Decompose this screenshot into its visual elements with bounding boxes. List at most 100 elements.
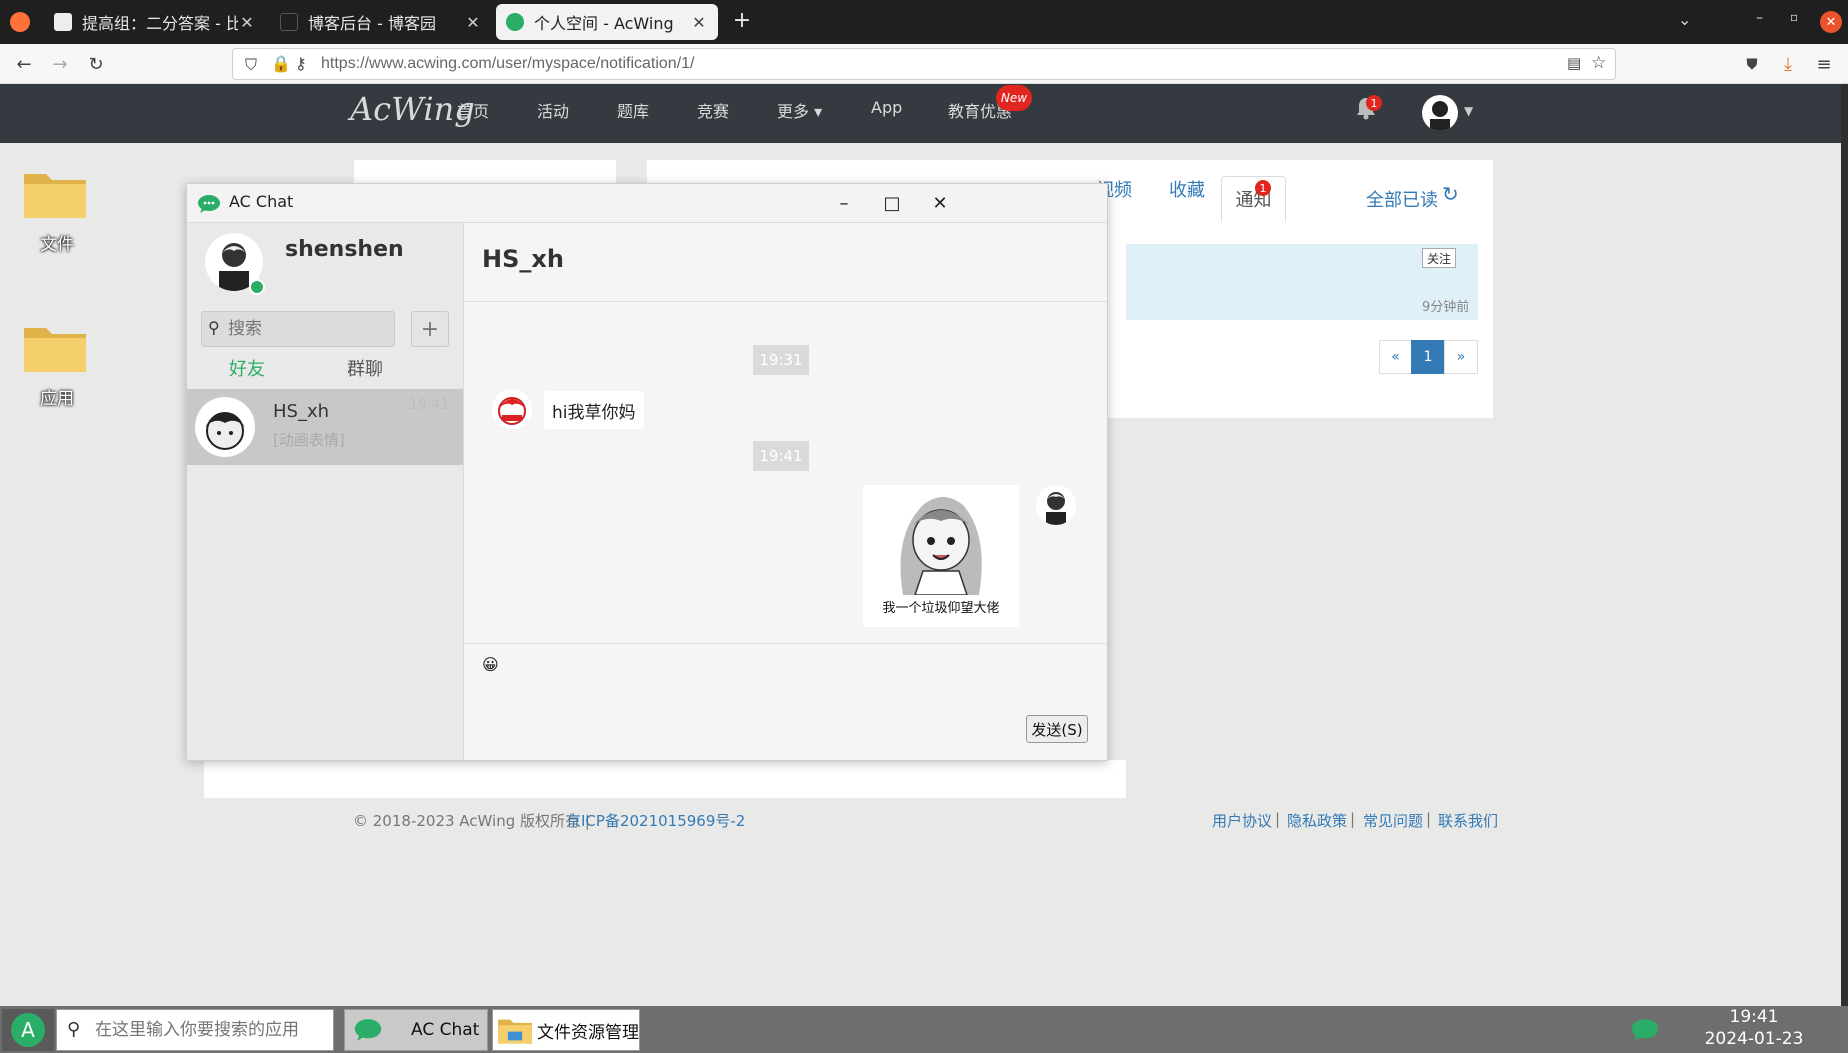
url-text[interactable]: https://www.acwing.com/user/myspace/noti… (321, 55, 695, 73)
taskbar-item-label: 文件资源管理 (537, 1022, 639, 1043)
my-username: shenshen (285, 237, 404, 262)
taskbar-clock[interactable]: 19:41 2024-01-23 (1684, 1006, 1824, 1050)
taskbar-file-manager[interactable]: 文件资源管理 (492, 1009, 640, 1051)
message-time: 19:41 (753, 441, 809, 471)
chat-sidebar: shenshen ⚲ + 好友 群聊 HS_xh [动画表情] 19:41 (187, 223, 464, 760)
close-tab-icon[interactable]: ✕ (690, 13, 708, 32)
contact-search-input[interactable] (228, 319, 388, 339)
sticker-message[interactable]: 我一个垃圾仰望大佬 (863, 485, 1019, 627)
desktop-icon-apps-label[interactable]: 应用 (40, 384, 74, 409)
browser-tab-2[interactable]: 博客后台 - 博客园 ✕ (270, 4, 492, 40)
nav-activity[interactable]: 活动 (537, 98, 569, 122)
footer-sep: | (1426, 810, 1432, 828)
footer-user-agreement[interactable]: 用户协议 (1212, 810, 1272, 831)
list-tabs-icon[interactable]: ⌄ (1678, 10, 1691, 29)
nav-app[interactable]: App (871, 98, 902, 117)
contact-item[interactable]: HS_xh [动画表情] 19:41 (187, 389, 463, 465)
close-tab-icon[interactable]: ✕ (238, 13, 256, 32)
minimize-icon[interactable]: – (1756, 10, 1763, 26)
clock-time: 19:41 (1729, 1007, 1779, 1027)
nav-problems[interactable]: 题库 (617, 98, 649, 122)
browser-tab-1[interactable]: 提高组：二分答案 - 比赛 - ✕ (44, 4, 266, 40)
divider (464, 643, 1107, 644)
browser-tab-bar: 提高组：二分答案 - 比赛 - ✕ 博客后台 - 博客园 ✕ 个人空间 - Ac… (0, 0, 1848, 44)
emoji-picker-icon[interactable]: 😀 (482, 655, 499, 674)
message-time: 19:31 (753, 345, 809, 375)
shield-icon[interactable]: ⛉ (245, 55, 257, 75)
folder-icon[interactable] (22, 166, 88, 220)
chat-close-icon[interactable]: ✕ (925, 190, 955, 216)
subtab-favorites[interactable]: 收藏 (1169, 176, 1205, 202)
contact-avatar (195, 397, 255, 457)
avatar-image-icon (498, 397, 526, 425)
subtab-notifications[interactable]: 通知 (1221, 176, 1286, 222)
user-menu-caret-icon[interactable]: ▼ (1464, 104, 1473, 118)
footer-privacy[interactable]: 隐私政策 (1287, 810, 1347, 831)
chat-maximize-icon[interactable]: □ (877, 190, 907, 216)
folder-icon[interactable] (22, 320, 88, 374)
refresh-icon[interactable]: ↻ (1442, 182, 1459, 206)
browser-tab-3[interactable]: 个人空间 - AcWing ✕ (496, 4, 718, 40)
firefox-icon[interactable] (10, 12, 30, 32)
close-window-icon[interactable]: ✕ (1820, 11, 1842, 33)
acwing-logo[interactable]: AcWing (350, 90, 475, 128)
search-icon: ⚲ (208, 318, 220, 337)
peer-avatar[interactable] (492, 389, 532, 429)
downloads-icon[interactable]: ⤓ (1776, 52, 1800, 76)
tab-groups[interactable]: 群聊 (347, 355, 383, 381)
footer-icp-link[interactable]: 京ICP备2021015969号-2 (566, 810, 745, 831)
menu-icon[interactable]: ≡ (1812, 52, 1836, 76)
app-launcher-icon: A (11, 1013, 45, 1047)
desktop-icon-files-label[interactable]: 文件 (40, 230, 74, 255)
back-icon[interactable]: ← (12, 52, 36, 76)
nav-contests[interactable]: 竞赛 (697, 98, 729, 122)
contact-search-box[interactable]: ⚲ (201, 311, 395, 347)
key-icon[interactable]: ⚷ (295, 54, 307, 73)
footer-sep: | (1275, 810, 1281, 828)
add-contact-button[interactable]: + (411, 311, 449, 347)
left-content-card (204, 760, 1126, 798)
tab-friends[interactable]: 好友 (229, 355, 265, 381)
avatar-image-icon (205, 412, 245, 450)
message-bubble[interactable]: hi我草你妈 (544, 391, 644, 429)
browser-nav-bar: ← → ↻ ⛉ 🔒 ⚷ https://www.acwing.com/user/… (0, 44, 1848, 84)
nav-home[interactable]: 首页 (457, 98, 489, 122)
my-message-avatar[interactable] (1036, 485, 1076, 525)
chat-minimize-icon[interactable]: – (829, 190, 859, 216)
send-button[interactable]: 发送(S) (1026, 715, 1088, 743)
pager-prev[interactable]: « (1379, 340, 1412, 374)
new-tab-button[interactable]: + (730, 8, 754, 36)
tab-title: 博客后台 - 博客园 (308, 14, 436, 33)
app-search-box[interactable]: ⚲ (56, 1009, 334, 1051)
lock-icon[interactable]: 🔒 (271, 54, 291, 73)
bookmark-star-icon[interactable]: ☆ (1591, 53, 1606, 73)
nav-more[interactable]: 更多 ▾ (777, 98, 822, 122)
follow-button[interactable]: 关注 (1422, 248, 1456, 268)
tab-title: 提高组：二分答案 - 比赛 - (82, 14, 238, 33)
footer-faq[interactable]: 常见问题 (1363, 810, 1423, 831)
reader-mode-icon[interactable]: ▤ (1567, 54, 1581, 72)
start-button[interactable]: A (2, 1009, 54, 1051)
app-search-input[interactable] (95, 1020, 325, 1040)
taskbar-ac-chat[interactable]: AC Chat (344, 1009, 488, 1051)
tray-chat-icon[interactable] (1630, 1018, 1660, 1042)
acwing-header: AcWing 首页 活动 题库 竞赛 更多 ▾ App 教育优惠 (0, 84, 1848, 143)
reload-icon[interactable]: ↻ (84, 52, 108, 76)
user-avatar[interactable] (1422, 95, 1458, 131)
divider (464, 301, 1107, 302)
pocket-icon[interactable]: ⛊ (1740, 52, 1764, 76)
restore-icon[interactable]: ▫ (1790, 10, 1798, 24)
page-scrollbar[interactable] (1841, 84, 1848, 1006)
mark-all-read-link[interactable]: 全部已读 (1366, 186, 1438, 212)
pager-current[interactable]: 1 (1411, 340, 1445, 374)
footer-contact[interactable]: 联系我们 (1438, 810, 1498, 831)
url-bar[interactable]: ⛉ 🔒 ⚷ https://www.acwing.com/user/myspac… (232, 48, 1616, 80)
chat-titlebar[interactable]: AC Chat – □ ✕ (187, 184, 1107, 223)
pager-next[interactable]: » (1444, 340, 1478, 374)
notification-time: 9分钟前 (1422, 300, 1470, 315)
close-tab-icon[interactable]: ✕ (464, 13, 482, 32)
forward-icon[interactable]: → (48, 52, 72, 76)
conversation-title: HS_xh (482, 245, 564, 273)
clock-date: 2024-01-23 (1704, 1029, 1804, 1049)
message-input-area[interactable] (464, 679, 1107, 709)
